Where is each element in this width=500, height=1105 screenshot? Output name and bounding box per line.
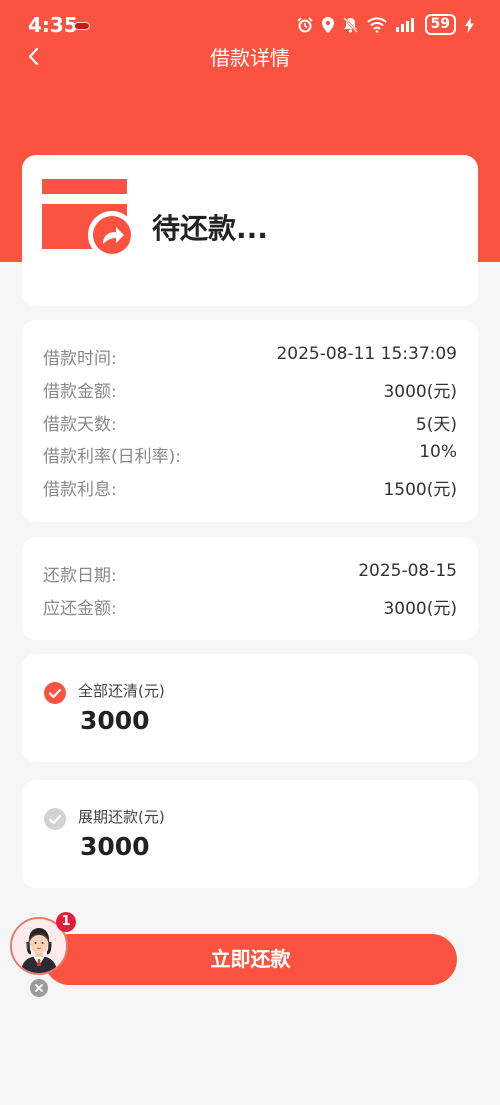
row-value: 2025-08-11 15:37:09 — [276, 344, 457, 364]
option-amount: 3000 — [80, 832, 150, 861]
repayment-info-card: 还款日期: 2025-08-15 应还金额: 3000(元) — [22, 537, 478, 640]
option-label: 展期还款(元) — [78, 808, 165, 826]
row-value: 3000(元) — [383, 382, 457, 402]
repay-date-row: 还款日期: 2025-08-15 — [43, 561, 457, 586]
recording-indicator — [74, 22, 90, 30]
radio-checked-icon[interactable] — [44, 682, 66, 704]
repay-amount-row: 应还金额: 3000(元) — [43, 594, 457, 619]
status-bar: 4:35 59 — [0, 0, 500, 48]
loan-status-text: 待还款... — [152, 212, 268, 245]
card-arrow-icon — [42, 179, 136, 259]
row-label: 应还金额: — [43, 599, 117, 619]
signal-icon — [395, 17, 414, 32]
row-label: 借款时间: — [43, 349, 117, 369]
row-value: 2025-08-15 — [358, 561, 457, 581]
option-full-repayment[interactable]: 全部还清(元) 3000 — [22, 654, 478, 762]
row-value: 1500(元) — [383, 480, 457, 500]
row-value: 5(天) — [415, 415, 457, 435]
notification-badge: 1 — [56, 912, 76, 932]
status-time: 4:35 — [28, 13, 78, 37]
alarm-icon — [296, 16, 313, 32]
loan-info-card: 借款时间: 2025-08-11 15:37:09 借款金额: 3000(元) … — [22, 320, 478, 522]
row-value: 3000(元) — [383, 599, 457, 619]
row-label: 借款金额: — [43, 382, 117, 402]
wifi-icon — [366, 16, 387, 33]
option-extension-repayment[interactable]: 展期还款(元) 3000 — [22, 780, 478, 888]
loan-status-card: 待还款... — [22, 155, 478, 306]
battery-icon: 59 — [424, 14, 456, 35]
option-label: 全部还清(元) — [78, 682, 165, 700]
close-icon[interactable] — [30, 979, 48, 997]
loan-time-row: 借款时间: 2025-08-11 15:37:09 — [43, 344, 457, 369]
row-label: 借款利率(日利率): — [43, 447, 181, 467]
row-value: 10% — [419, 442, 457, 462]
status-icons: 59 — [296, 14, 474, 35]
page-title: 借款详情 — [210, 46, 290, 70]
option-amount: 3000 — [80, 706, 150, 735]
loan-interest-row: 借款利息: 1500(元) — [43, 475, 457, 500]
loan-rate-row: 借款利率(日利率): 10% — [43, 442, 457, 467]
charging-icon — [465, 16, 474, 33]
mute-icon — [342, 16, 358, 33]
row-label: 借款利息: — [43, 480, 117, 500]
loan-days-row: 借款天数: 5(天) — [43, 410, 457, 435]
radio-unchecked-icon[interactable] — [44, 808, 66, 830]
row-label: 还款日期: — [43, 566, 117, 586]
loan-amount-row: 借款金额: 3000(元) — [43, 377, 457, 402]
location-icon — [321, 16, 334, 33]
row-label: 借款天数: — [43, 415, 117, 435]
repay-now-button[interactable]: 立即还款 — [44, 934, 457, 985]
